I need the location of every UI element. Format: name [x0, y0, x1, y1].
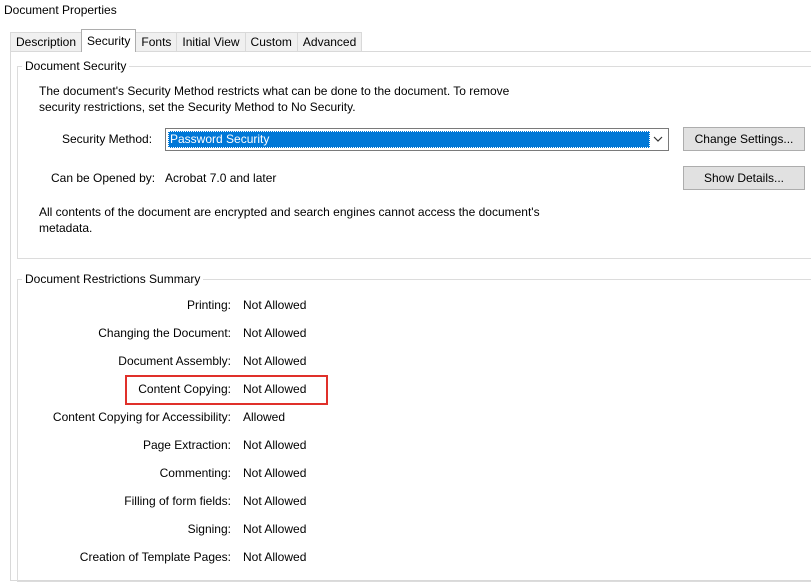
restriction-value: Not Allowed — [243, 550, 307, 564]
restrictions-summary-legend: Document Restrictions Summary — [25, 272, 201, 286]
opened-by-value: Acrobat 7.0 and later — [165, 171, 277, 185]
restriction-label: Creation of Template Pages: — [79, 550, 231, 564]
restriction-label: Signing: — [187, 522, 231, 536]
tab-description[interactable]: Description — [10, 32, 83, 52]
restriction-value: Not Allowed — [243, 522, 307, 536]
restriction-value: Allowed — [243, 410, 286, 424]
restriction-value: Not Allowed — [243, 298, 307, 312]
change-settings-button[interactable]: Change Settings... — [683, 127, 805, 151]
security-method-value: Password Security — [168, 131, 650, 148]
restriction-value: Not Allowed — [243, 354, 307, 368]
window-title: Document Properties — [4, 3, 117, 17]
restriction-label: Content Copying for Accessibility: — [52, 410, 231, 424]
restriction-label: Changing the Document: — [98, 326, 231, 340]
security-method-select[interactable]: Password Security — [165, 128, 669, 151]
restriction-label: Page Extraction: — [142, 438, 231, 452]
document-security-legend: Document Security — [25, 59, 127, 73]
tab-fonts[interactable]: Fonts — [135, 32, 178, 52]
security-intro-text: The document's Security Method restricts… — [39, 84, 510, 114]
restriction-label: Printing: — [186, 298, 231, 312]
opened-by-label: Can be Opened by: — [51, 171, 156, 185]
tab-initial-view[interactable]: Initial View — [176, 32, 246, 52]
restriction-label: Document Assembly: — [118, 354, 231, 368]
show-details-button[interactable]: Show Details... — [683, 166, 805, 190]
restriction-value: Not Allowed — [243, 466, 307, 480]
tab-bar: Description Security Fonts Initial View … — [10, 29, 363, 52]
tab-advanced[interactable]: Advanced — [296, 32, 363, 52]
tab-custom[interactable]: Custom — [244, 32, 298, 52]
restriction-label: Filling of form fields: — [124, 494, 231, 508]
security-method-label: Security Method: — [62, 132, 153, 146]
encryption-note: All contents of the document are encrypt… — [39, 205, 540, 235]
restriction-label: Commenting: — [159, 466, 231, 480]
restriction-value: Not Allowed — [243, 494, 307, 508]
tab-security[interactable]: Security — [81, 29, 137, 52]
restriction-value: Not Allowed — [243, 326, 307, 340]
chevron-down-icon[interactable] — [652, 132, 664, 146]
content-copying-highlight-box — [125, 375, 328, 405]
restriction-value: Not Allowed — [243, 438, 307, 452]
